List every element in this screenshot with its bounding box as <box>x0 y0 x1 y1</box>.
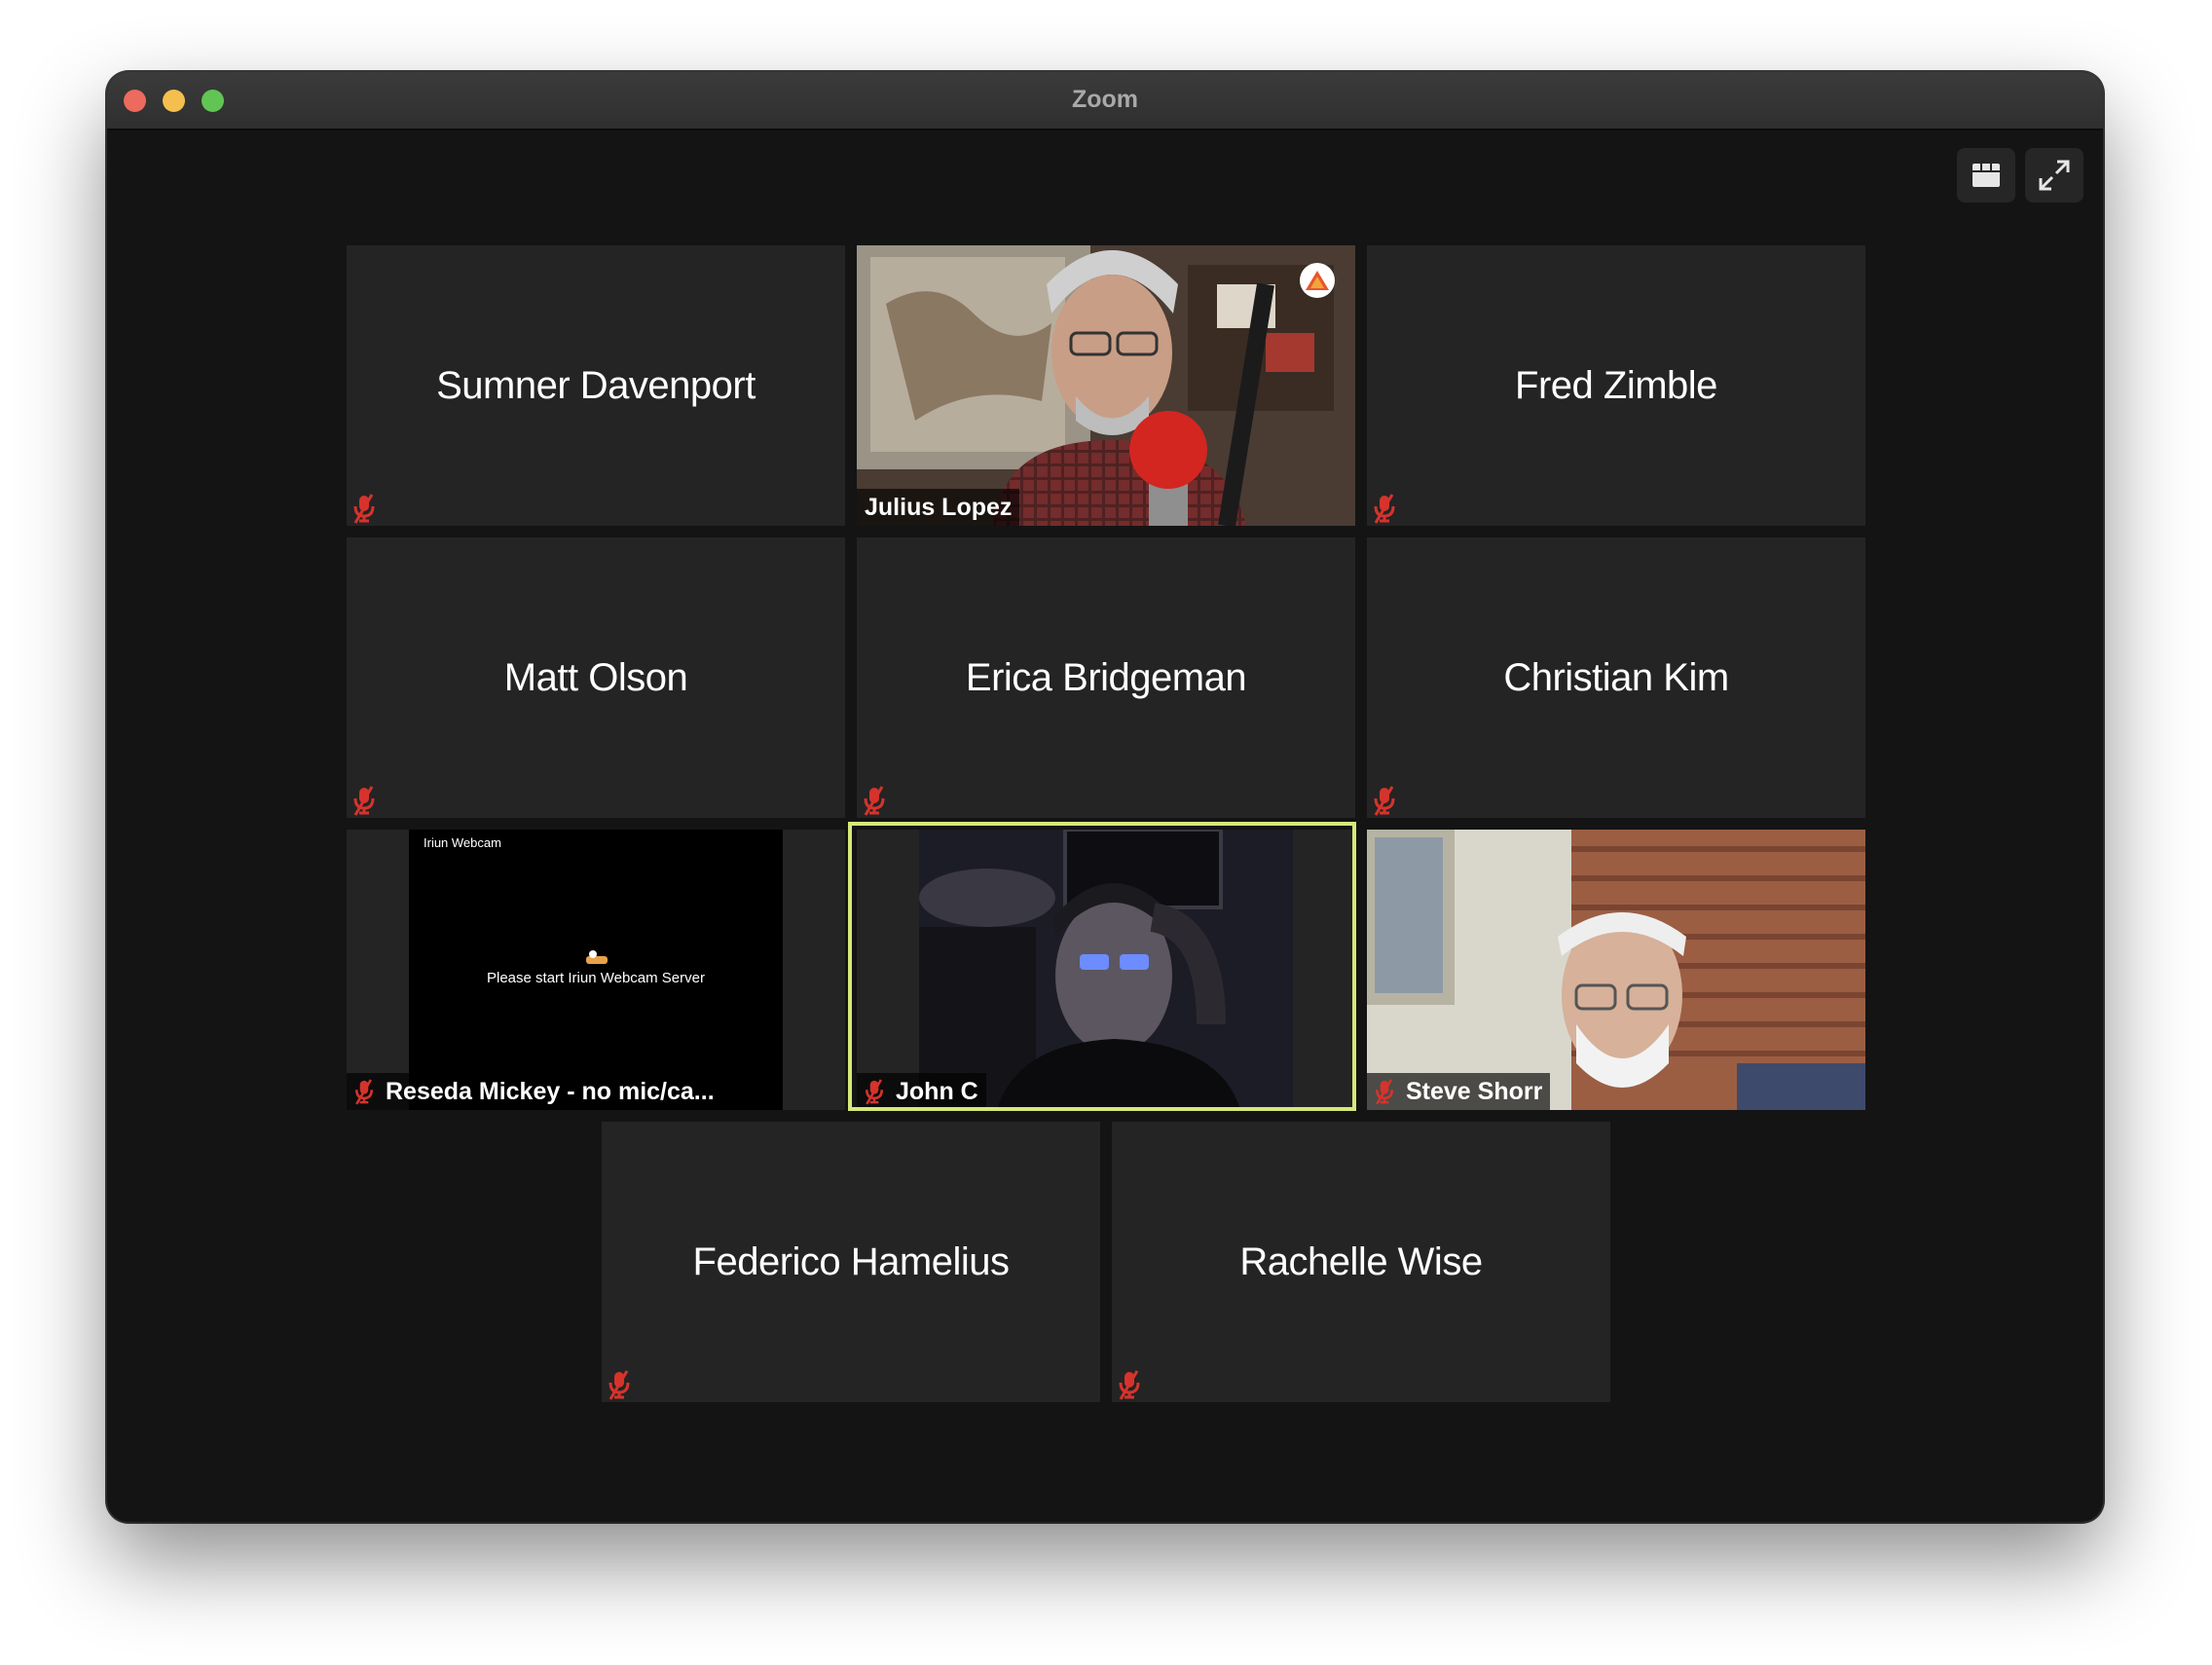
video-feed <box>857 245 1355 526</box>
expand-icon <box>2039 160 2070 191</box>
video-message: Please start Iriun Webcam Server <box>487 970 705 986</box>
title-bar: Zoom <box>107 72 2103 130</box>
participant-tile[interactable]: Rachelle Wise <box>1112 1122 1610 1402</box>
webcam-icon <box>586 950 608 964</box>
fullscreen-button[interactable] <box>2025 148 2083 203</box>
window-title: Zoom <box>1071 86 1139 113</box>
muted-mic-icon <box>608 1370 630 1400</box>
participant-label: Julius Lopez <box>857 489 1020 526</box>
participant-label: John C <box>857 1073 986 1110</box>
participant-name: Rachelle Wise <box>1239 1240 1483 1283</box>
muted-mic-icon <box>1374 786 1395 816</box>
participant-tile[interactable]: Christian Kim <box>1367 537 1865 818</box>
participant-tile-video[interactable]: Julius Lopez <box>857 245 1355 526</box>
participant-name: Christian Kim <box>1503 655 1729 699</box>
participant-name: Reseda Mickey - no mic/ca... <box>386 1077 715 1105</box>
muted-mic-icon <box>1374 494 1395 524</box>
participant-name: Matt Olson <box>503 655 688 699</box>
participant-tile-video[interactable]: Steve Shorr <box>1367 830 1865 1110</box>
muted-mic-icon <box>1376 1079 1393 1105</box>
muted-mic-icon <box>353 786 375 816</box>
participant-label: Reseda Mickey - no mic/ca... <box>347 1073 722 1110</box>
participant-tile-video[interactable]: John C <box>857 830 1355 1110</box>
muted-mic-icon <box>864 786 885 816</box>
participant-tile[interactable]: Fred Zimble <box>1367 245 1865 526</box>
participant-tile[interactable]: Federico Hamelius <box>602 1122 1100 1402</box>
video-feed: Iriun Webcam Please start Iriun Webcam S… <box>409 830 783 1110</box>
participant-name: Fred Zimble <box>1515 363 1717 407</box>
participant-tile[interactable]: Matt Olson <box>347 537 845 818</box>
participant-name: Steve Shorr <box>1406 1077 1543 1105</box>
view-toggle-button[interactable] <box>1957 148 2015 203</box>
participant-name: Julius Lopez <box>865 493 1013 521</box>
warning-badge <box>1300 263 1335 298</box>
grid-icon <box>1972 164 2000 187</box>
participant-name: Erica Bridgeman <box>965 655 1247 699</box>
participant-tile-video[interactable]: Iriun Webcam Please start Iriun Webcam S… <box>347 830 845 1110</box>
muted-mic-icon <box>353 494 375 524</box>
muted-mic-icon <box>866 1079 883 1105</box>
video-feed <box>1367 830 1865 1110</box>
participant-tile[interactable]: Sumner Davenport <box>347 245 845 526</box>
zoom-window: Zoom Sumner Davenport Julius Lopez Fred … <box>107 72 2103 1522</box>
warning-icon <box>1306 271 1329 290</box>
participant-label: Steve Shorr <box>1367 1073 1551 1110</box>
participant-tile[interactable]: Erica Bridgeman <box>857 537 1355 818</box>
participant-name: Sumner Davenport <box>436 363 756 407</box>
video-app-title: Iriun Webcam <box>424 835 501 850</box>
muted-mic-icon <box>1119 1370 1140 1400</box>
participant-name: John C <box>896 1077 978 1105</box>
participant-name: Federico Hamelius <box>692 1240 1010 1283</box>
muted-mic-icon <box>355 1079 373 1105</box>
video-feed <box>919 830 1293 1110</box>
